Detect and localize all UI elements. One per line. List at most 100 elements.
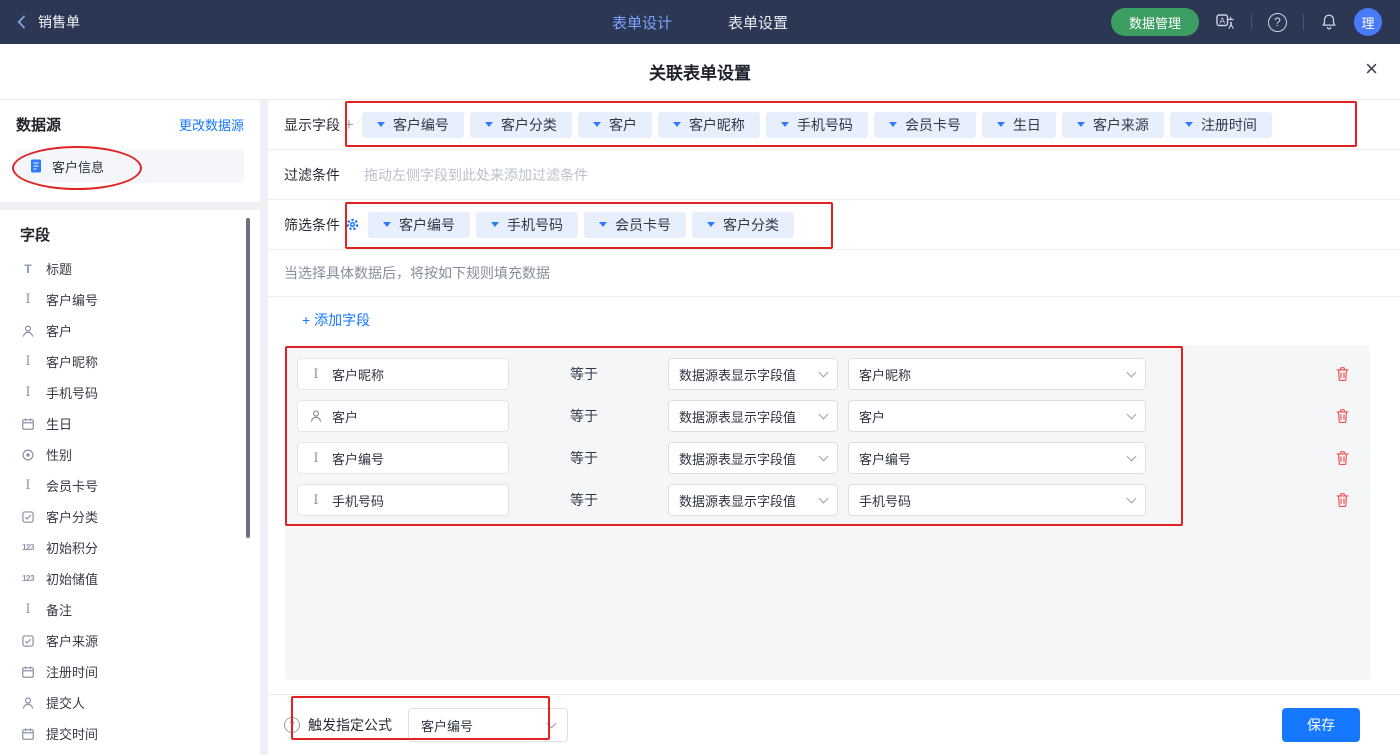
trash-icon[interactable] <box>1335 492 1350 508</box>
checkbox-icon <box>20 510 36 524</box>
field-item[interactable]: 提交时间 <box>0 718 260 749</box>
topbar-tabs: 表单设计 表单设置 <box>612 12 788 33</box>
formula-select[interactable]: 客户编号 <box>408 708 568 742</box>
caret-down-icon <box>1077 122 1085 127</box>
field-item-label: 客户分类 <box>46 507 98 526</box>
change-datasource-link[interactable]: 更改数据源 <box>179 115 244 134</box>
caret-down-icon <box>593 122 601 127</box>
fields-title: 字段 <box>0 224 260 245</box>
field-tag[interactable]: 会员卡号 <box>584 212 686 238</box>
field-tag[interactable]: 注册时间 <box>1170 112 1272 138</box>
text-icon: I <box>20 292 36 307</box>
add-display-field-button[interactable]: + <box>344 115 354 135</box>
field-tag[interactable]: 手机号码 <box>476 212 578 238</box>
rule-field-box[interactable]: I手机号码 <box>297 484 509 516</box>
fill-rules-hint: 当选择具体数据后，将按如下规则填充数据 <box>268 250 1400 297</box>
rule-source-value: 数据源表显示字段值 <box>679 365 796 384</box>
formula-help-icon[interactable]: ? <box>284 717 300 733</box>
field-item[interactable]: T标题 <box>0 253 260 284</box>
field-tag[interactable]: 客户分类 <box>470 112 572 138</box>
rule-source-value: 数据源表显示字段值 <box>679 491 796 510</box>
rule-value-value: 客户 <box>859 407 885 426</box>
field-item[interactable]: 客户分类 <box>0 501 260 532</box>
rule-value-select[interactable]: 客户昵称 <box>848 358 1146 390</box>
form-name: 销售单 <box>38 12 80 32</box>
field-tag[interactable]: 客户 <box>578 112 652 138</box>
rule-operator: 等于 <box>570 364 640 384</box>
field-tag[interactable]: 手机号码 <box>766 112 868 138</box>
tab-form-design[interactable]: 表单设计 <box>612 12 672 33</box>
field-tag[interactable]: 客户编号 <box>362 112 464 138</box>
field-item[interactable]: 123初始储值 <box>0 563 260 594</box>
rule-field-box[interactable]: I客户编号 <box>297 442 509 474</box>
field-tag[interactable]: 生日 <box>982 112 1056 138</box>
field-item[interactable]: I手机号码 <box>0 377 260 408</box>
field-item[interactable]: 注册时间 <box>0 656 260 687</box>
rule-value-select[interactable]: 客户 <box>848 400 1146 432</box>
field-item[interactable]: 客户来源 <box>0 625 260 656</box>
field-item[interactable]: I客户昵称 <box>0 346 260 377</box>
rule-field-box[interactable]: 客户 <box>297 400 509 432</box>
rule-source-select[interactable]: 数据源表显示字段值 <box>668 400 838 432</box>
field-tag[interactable]: 客户来源 <box>1062 112 1164 138</box>
datasource-card: 数据源 更改数据源 客户信息 <box>0 100 260 202</box>
field-item[interactable]: I客户编号 <box>0 284 260 315</box>
language-icon[interactable]: A <box>1215 12 1235 32</box>
field-item[interactable]: I会员卡号 <box>0 470 260 501</box>
save-button[interactable]: 保存 <box>1282 708 1360 742</box>
datasource-header: 数据源 更改数据源 <box>16 114 244 135</box>
rule-value-select[interactable]: 手机号码 <box>848 484 1146 516</box>
caret-down-icon <box>1185 122 1193 127</box>
rule-source-select[interactable]: 数据源表显示字段值 <box>668 484 838 516</box>
field-item[interactable]: 客户 <box>0 315 260 346</box>
sidebar-scrollbar[interactable] <box>246 218 250 538</box>
caret-down-icon <box>781 122 789 127</box>
rule-value-value: 客户昵称 <box>859 365 911 384</box>
field-tag[interactable]: 客户分类 <box>692 212 794 238</box>
field-tag[interactable]: 客户昵称 <box>658 112 760 138</box>
caret-down-icon <box>673 122 681 127</box>
trash-icon[interactable] <box>1335 450 1350 466</box>
bell-icon[interactable] <box>1320 13 1338 31</box>
text-icon: I <box>20 354 36 369</box>
divider <box>1303 14 1304 30</box>
divider <box>1251 14 1252 30</box>
rule-source-select[interactable]: 数据源表显示字段值 <box>668 358 838 390</box>
field-tag[interactable]: 会员卡号 <box>874 112 976 138</box>
trash-icon[interactable] <box>1335 408 1350 424</box>
filter-dropzone[interactable]: 拖动左侧字段到此处来添加过滤条件 <box>364 165 1384 185</box>
rule-field-box[interactable]: I客户昵称 <box>297 358 509 390</box>
chevron-down-icon <box>819 410 829 420</box>
rule-source-select[interactable]: 数据源表显示字段值 <box>668 442 838 474</box>
field-item[interactable]: 123初始积分 <box>0 532 260 563</box>
gear-icon[interactable] <box>345 217 360 232</box>
fields-list: T标题I客户编号客户I客户昵称I手机号码生日性别I会员卡号客户分类 123初始积分… <box>0 253 260 749</box>
display-fields-label: 显示字段 <box>284 115 340 135</box>
field-item[interactable]: 提交人 <box>0 687 260 718</box>
rule-row: I客户编号等于数据源表显示字段值客户编号 <box>297 442 1370 474</box>
field-item[interactable]: 性别 <box>0 439 260 470</box>
field-tag-label: 客户 <box>609 115 637 135</box>
close-icon[interactable]: × <box>1365 58 1378 80</box>
help-icon[interactable]: ? <box>1268 13 1287 32</box>
text-icon: I <box>20 602 36 617</box>
avatar[interactable]: 理 <box>1354 8 1382 36</box>
rules-panel: I客户昵称等于数据源表显示字段值客户昵称客户等于数据源表显示字段值客户I客户编号… <box>285 345 1370 680</box>
tab-form-settings[interactable]: 表单设置 <box>728 12 788 33</box>
datasource-item[interactable]: 客户信息 <box>16 149 244 183</box>
add-field-link[interactable]: + 添加字段 <box>302 310 370 330</box>
rule-operator: 等于 <box>570 490 640 510</box>
trash-icon[interactable] <box>1335 366 1350 382</box>
field-item[interactable]: 生日 <box>0 408 260 439</box>
rule-value-select[interactable]: 客户编号 <box>848 442 1146 474</box>
rule-row: I客户昵称 等于 数据源表显示字段值 客户昵称 <box>297 358 1370 390</box>
data-manage-button[interactable]: 数据管理 <box>1111 8 1199 36</box>
screen-tags: 客户编号手机号码会员卡号客户分类 <box>368 212 794 238</box>
formula-label: 触发指定公式 <box>308 715 392 735</box>
field-tag[interactable]: 客户编号 <box>368 212 470 238</box>
chevron-down-icon <box>819 368 829 378</box>
field-item[interactable]: I备注 <box>0 594 260 625</box>
rule-field-label: 客户昵称 <box>332 365 384 384</box>
chevron-down-icon <box>1127 452 1137 462</box>
back-button[interactable] <box>14 14 30 30</box>
